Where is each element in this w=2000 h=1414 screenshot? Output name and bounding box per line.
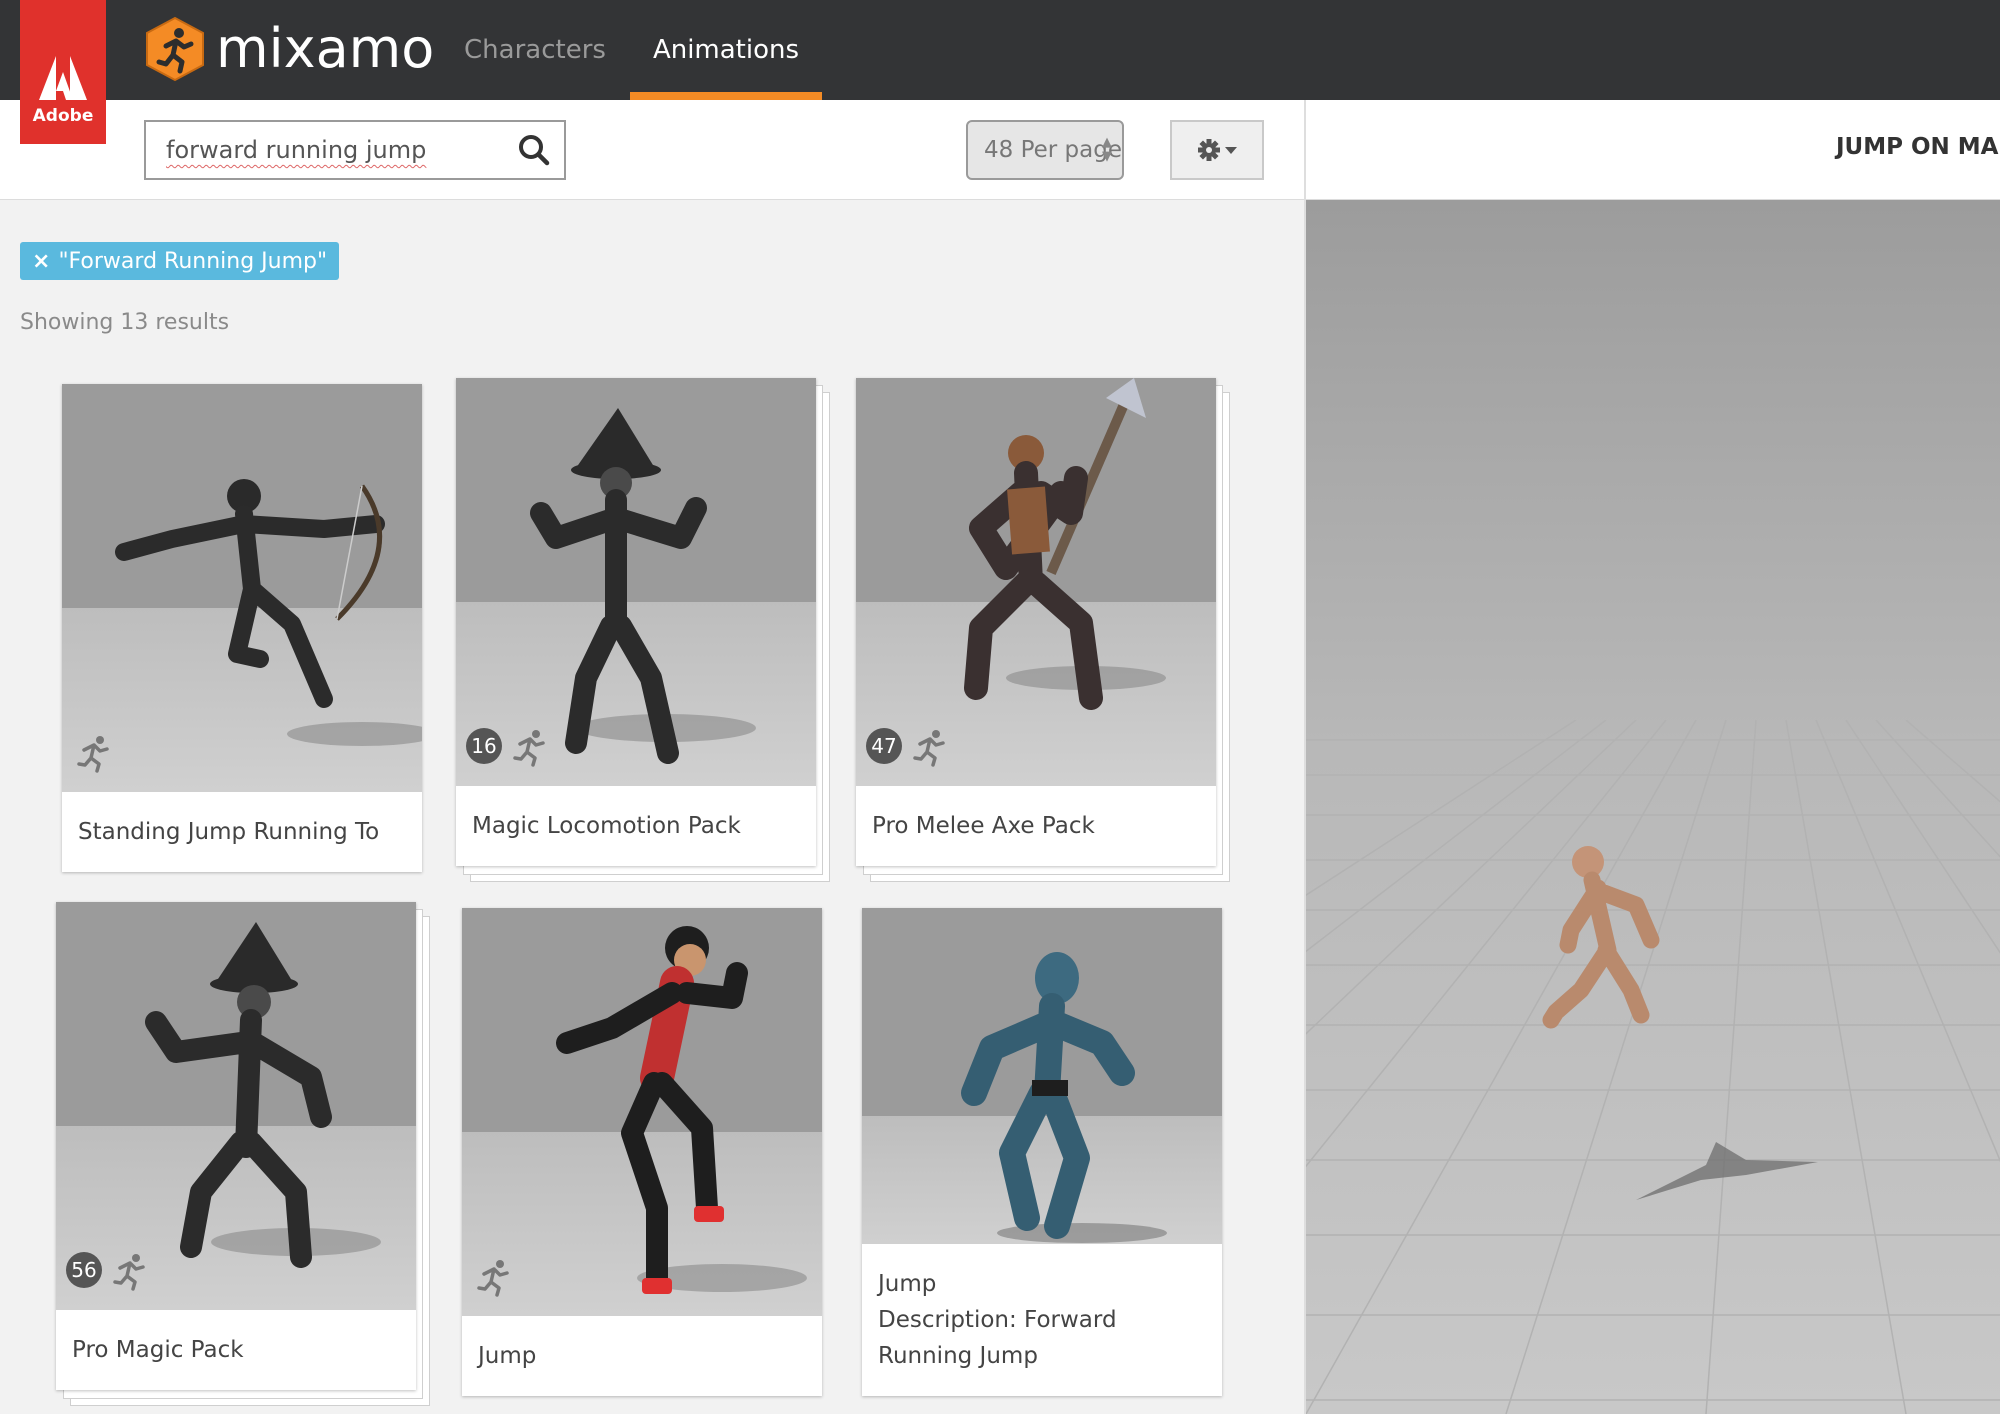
- mixamo-logo[interactable]: mixamo: [144, 16, 434, 82]
- preview-header: JUMP ON MAN: [1306, 100, 2000, 200]
- tab-characters[interactable]: Characters: [450, 0, 620, 100]
- card-front: 47 Pro Melee Axe Pack: [856, 378, 1216, 866]
- woman-character-image: [556, 926, 807, 1294]
- card-title: Jump: [478, 1343, 537, 1369]
- preview-title: JUMP ON MAN: [1836, 134, 2000, 160]
- card-front: Jump Description: Forward Running Jump: [862, 908, 1222, 1396]
- results-panel: forward running jump 48 Per page ▲ ▼ × "…: [0, 100, 1304, 1414]
- search-input[interactable]: forward running jump: [144, 120, 566, 180]
- wizard-character-image: [530, 408, 756, 764]
- card-title: Standing Jump Running To: [78, 819, 380, 845]
- animation-count-badge: 56: [66, 1252, 102, 1288]
- robot-character-image: [961, 952, 1167, 1243]
- animation-icon: [913, 730, 945, 767]
- filter-chip[interactable]: × "Forward Running Jump": [20, 242, 340, 280]
- card-thumbnail: [862, 908, 1222, 1244]
- adobe-logo[interactable]: Adobe: [20, 0, 106, 144]
- mixamo-hexagon-icon: [146, 16, 204, 82]
- card-front: Jump: [462, 908, 822, 1396]
- settings-button[interactable]: [1170, 120, 1264, 180]
- animation-icon: [77, 736, 109, 773]
- card-thumbnail: 47: [856, 378, 1216, 786]
- card-title: Pro Magic Pack: [72, 1337, 244, 1363]
- search-query[interactable]: forward running jump: [166, 136, 514, 164]
- card-title: Jump Description: Forward Running Jump: [862, 1244, 1222, 1396]
- tab-animations[interactable]: Animations: [630, 0, 822, 100]
- card-thumbnail: [62, 384, 422, 792]
- card-title-line: Jump: [878, 1271, 937, 1297]
- remove-filter-icon[interactable]: ×: [32, 249, 50, 274]
- per-page-select[interactable]: 48 Per page ▲ ▼: [966, 120, 1124, 180]
- animation-icon: [477, 1260, 509, 1297]
- animation-count-badge: 16: [466, 728, 502, 764]
- adobe-icon: [39, 56, 87, 100]
- adobe-label: Adobe: [32, 106, 94, 126]
- wizard-character-image: [145, 922, 381, 1268]
- search-toolbar: forward running jump 48 Per page ▲ ▼: [0, 100, 1304, 200]
- card-front: Standing Jump Running To: [62, 384, 422, 872]
- axe-warrior-character-image: [964, 378, 1166, 710]
- card-title: Magic Locomotion Pack: [472, 813, 741, 839]
- search-icon[interactable]: [514, 130, 554, 170]
- 3d-viewport[interactable]: [1306, 200, 2000, 1414]
- archer-character-image: [115, 479, 422, 746]
- mannequin-character: [1542, 846, 1818, 1200]
- app-name: mixamo: [216, 17, 435, 80]
- animation-icon: [113, 1254, 145, 1291]
- card-thumbnail: [462, 908, 822, 1316]
- card-front: 16 Magic Locomotion Pack: [456, 378, 816, 866]
- gear-dropdown-icon: [1198, 139, 1237, 161]
- animation-count-badge: 47: [866, 728, 902, 764]
- preview-panel: JUMP ON MAN: [1304, 100, 2000, 1414]
- filter-chip-label: "Forward Running Jump": [58, 248, 328, 274]
- card-thumbnail: 56: [56, 902, 416, 1310]
- animation-icon: [513, 730, 545, 767]
- card-title: Pro Melee Axe Pack: [872, 813, 1095, 839]
- card-front: 56 Pro Magic Pack: [56, 902, 416, 1390]
- card-thumbnail: 16: [456, 378, 816, 786]
- select-arrows-icon: ▲ ▼: [1102, 135, 1112, 164]
- top-bar: mixamo Characters Animations: [0, 0, 2000, 100]
- card-description: Description: Forward Running Jump: [878, 1307, 1117, 1369]
- results-count: Showing 13 results: [20, 310, 230, 335]
